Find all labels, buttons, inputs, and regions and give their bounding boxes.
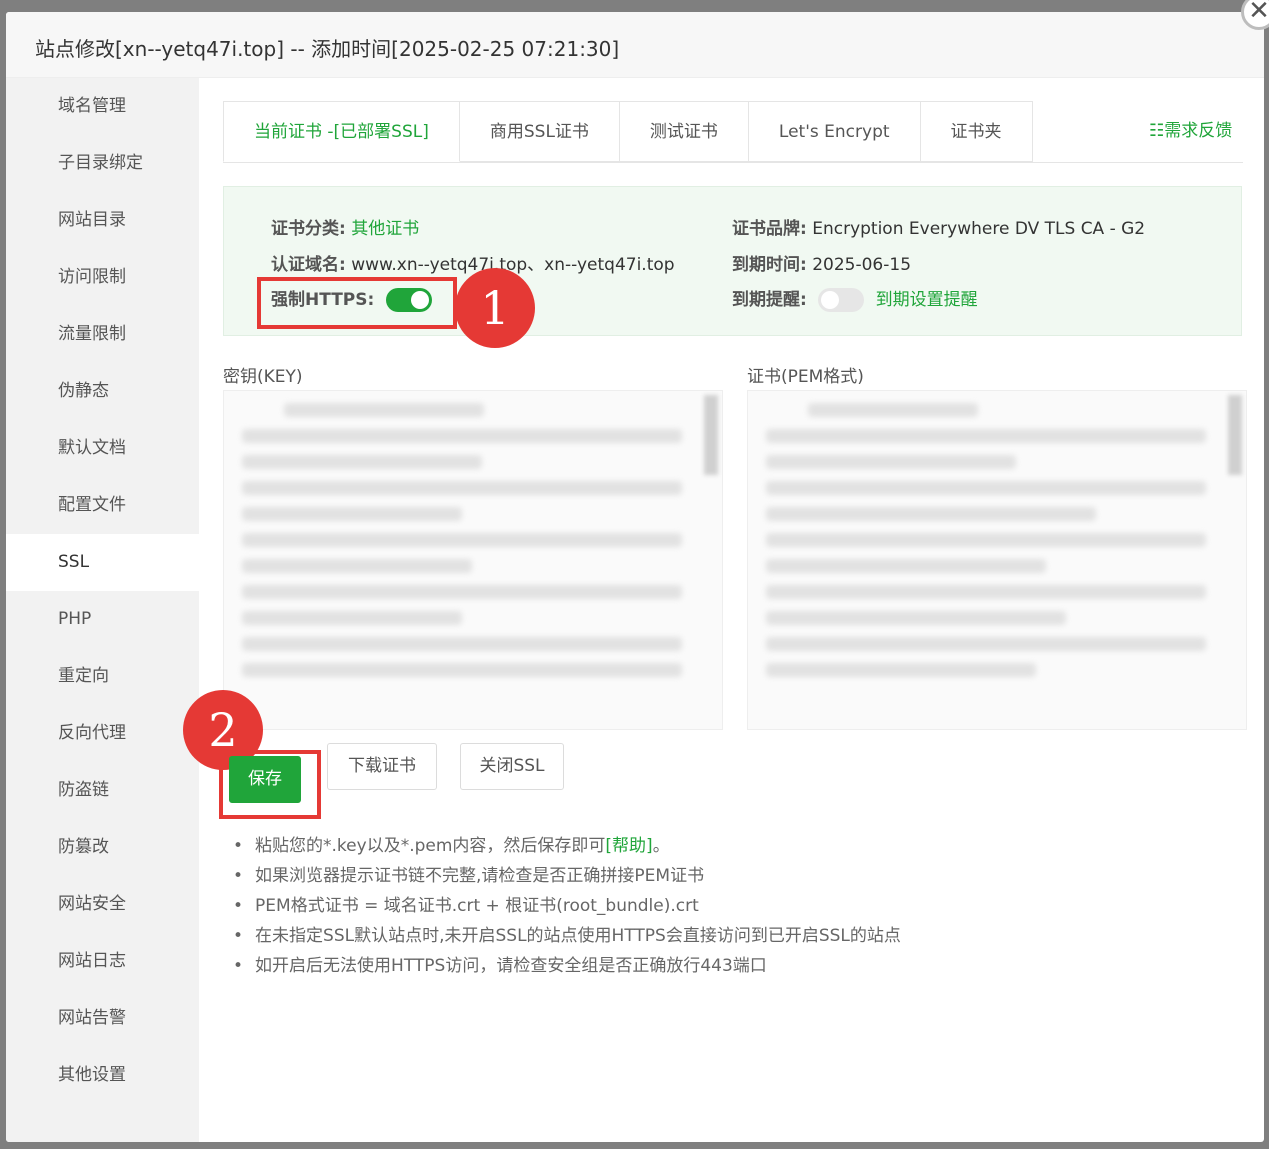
sidebar-item-default-doc[interactable]: 默认文档	[6, 420, 199, 477]
expiry-reminder-toggle[interactable]	[818, 288, 865, 312]
feedback-icon: ☷	[1149, 121, 1165, 141]
sidebar: 域名管理 子目录绑定 网站目录 访问限制 流量限制 伪静态 默认文档 配置文件 …	[6, 78, 199, 1142]
sidebar-item-logs[interactable]: 网站日志	[6, 933, 199, 990]
tips-list: 粘贴您的*.key以及*.pem内容，然后保存即可[帮助]。 如果浏览器提示证书…	[233, 831, 901, 981]
sidebar-item-config[interactable]: 配置文件	[6, 477, 199, 534]
sidebar-item-security[interactable]: 网站安全	[6, 876, 199, 933]
ssl-tabs: 当前证书 -[已部署SSL] 商用SSL证书 测试证书 Let's Encryp…	[223, 101, 1243, 163]
pem-scrollbar[interactable]	[1228, 395, 1242, 475]
site-settings-dialog: 站点修改[xn--yetq47i.top] -- 添加时间[2025-02-25…	[6, 12, 1264, 1142]
tab-commercial-ssl[interactable]: 商用SSL证书	[459, 101, 620, 162]
sidebar-item-hotlink[interactable]: 防盗链	[6, 762, 199, 819]
sidebar-item-traffic-limit[interactable]: 流量限制	[6, 306, 199, 363]
cert-domain-row: 认证域名: www.xn--yetq47i.top、xn--yetq47i.to…	[271, 255, 675, 275]
help-link[interactable]: [帮助]	[605, 836, 652, 856]
tab-test-cert[interactable]: 测试证书	[619, 101, 749, 162]
sidebar-item-alerts[interactable]: 网站告警	[6, 990, 199, 1047]
tab-divider	[1201, 162, 1241, 163]
expiry-reminder-row: 到期提醒: 到期设置提醒	[732, 288, 978, 312]
expiry-reminder-link[interactable]: 到期设置提醒	[876, 290, 978, 310]
list-item: 如开启后无法使用HTTPS访问，请检查安全组是否正确放行443端口	[233, 951, 901, 981]
pem-label: 证书(PEM格式)	[747, 367, 864, 387]
sidebar-item-rewrite[interactable]: 伪静态	[6, 363, 199, 420]
sidebar-item-subdir[interactable]: 子目录绑定	[6, 135, 199, 192]
annotation-box-force-https	[257, 277, 457, 329]
sidebar-item-reverse-proxy[interactable]: 反向代理	[6, 705, 199, 762]
list-item: PEM格式证书 = 域名证书.crt + 根证书(root_bundle).cr…	[233, 891, 901, 921]
close-ssl-button[interactable]: 关闭SSL	[460, 743, 564, 790]
sidebar-item-domain[interactable]: 域名管理	[6, 78, 199, 135]
feedback-link[interactable]: ☷需求反馈	[1149, 116, 1232, 141]
list-item: 粘贴您的*.key以及*.pem内容，然后保存即可[帮助]。	[233, 831, 901, 861]
annotation-badge-1: 1	[455, 268, 535, 348]
sidebar-item-ssl[interactable]: SSL	[6, 534, 199, 591]
dialog-title: 站点修改[xn--yetq47i.top] -- 添加时间[2025-02-25…	[6, 12, 1264, 78]
sidebar-item-other[interactable]: 其他设置	[6, 1047, 199, 1104]
key-scrollbar[interactable]	[704, 395, 718, 475]
save-button[interactable]: 保存	[229, 756, 301, 803]
key-label: 密钥(KEY)	[223, 367, 303, 387]
sidebar-item-tamper[interactable]: 防篡改	[6, 819, 199, 876]
cert-expiry-value: 2025-06-15	[812, 255, 912, 275]
sidebar-item-redirect[interactable]: 重定向	[6, 648, 199, 705]
list-item: 如果浏览器提示证书链不完整,请检查是否正确拼接PEM证书	[233, 861, 901, 891]
tab-current-cert[interactable]: 当前证书 -[已部署SSL]	[223, 101, 460, 162]
sidebar-item-php[interactable]: PHP	[6, 591, 199, 648]
cert-brand-value: Encryption Everywhere DV TLS CA - G2	[812, 219, 1146, 239]
key-textarea[interactable]	[223, 390, 723, 730]
cert-category-value: 其他证书	[351, 219, 420, 239]
tab-lets-encrypt[interactable]: Let's Encrypt	[748, 101, 921, 162]
download-cert-button[interactable]: 下载证书	[327, 743, 437, 790]
cert-brand-row: 证书品牌: Encryption Everywhere DV TLS CA - …	[732, 219, 1146, 239]
tab-cert-folder[interactable]: 证书夹	[920, 101, 1033, 162]
sidebar-item-site-dir[interactable]: 网站目录	[6, 192, 199, 249]
ssl-panel: 当前证书 -[已部署SSL] 商用SSL证书 测试证书 Let's Encryp…	[183, 78, 1264, 1142]
sidebar-item-access-limit[interactable]: 访问限制	[6, 249, 199, 306]
cert-expiry-row: 到期时间: 2025-06-15	[732, 255, 912, 275]
cert-category-row: 证书分类: 其他证书	[271, 219, 420, 239]
pem-textarea[interactable]	[747, 390, 1247, 730]
list-item: 在未指定SSL默认站点时,未开启SSL的站点使用HTTPS会直接访问到已开启SS…	[233, 921, 901, 951]
